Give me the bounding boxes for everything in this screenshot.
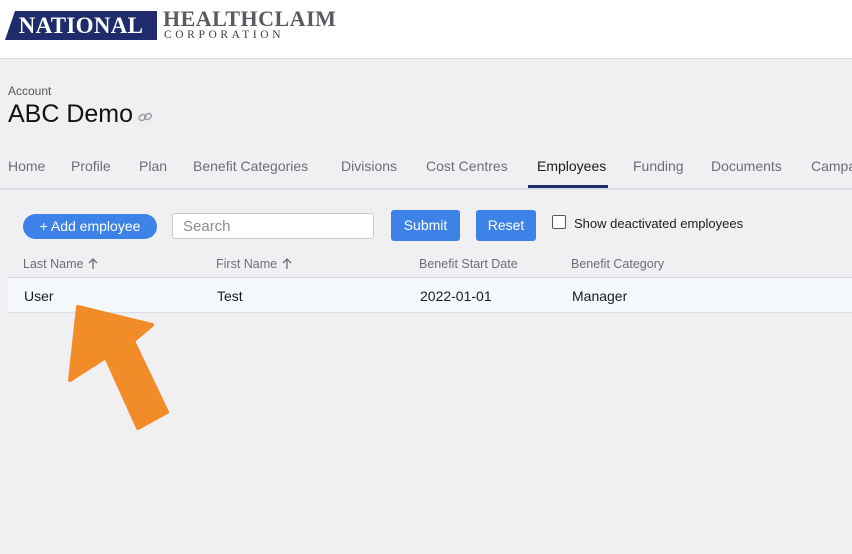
pointer-arrow-icon [68, 305, 169, 430]
column-header-first-name[interactable]: First Name [216, 257, 292, 271]
cell-benefit-start-date: 2022-01-01 [420, 288, 492, 304]
top-bar: NATIONAL HEALTHCLAIM CORPORATION [0, 0, 852, 59]
tab-profile[interactable]: Profile [71, 158, 111, 174]
cell-last-name[interactable]: User [24, 288, 54, 304]
tab-campaigns[interactable]: Campa [811, 158, 852, 174]
tab-employees[interactable]: Employees [537, 158, 606, 174]
link-icon[interactable] [138, 111, 153, 124]
brand-logo-national[interactable]: NATIONAL [5, 11, 157, 40]
logo-healthclaim-text: HEALTHCLAIM [163, 6, 337, 31]
tab-bar: Home Profile Plan Benefit Categories Div… [0, 150, 852, 190]
column-header-benefit-category[interactable]: Benefit Category [571, 257, 664, 271]
reset-button[interactable]: Reset [476, 210, 536, 241]
column-header-label: Last Name [23, 257, 84, 271]
show-deactivated-checkbox[interactable] [552, 215, 566, 229]
logo-national-text: NATIONAL [18, 13, 144, 38]
arrow-up-icon [88, 258, 98, 269]
tab-home[interactable]: Home [8, 158, 45, 174]
column-header-benefit-start-date[interactable]: Benefit Start Date [419, 257, 518, 271]
account-label: Account [8, 84, 52, 98]
search-input[interactable] [172, 213, 374, 239]
arrow-up-icon [282, 258, 292, 269]
cell-benefit-category: Manager [572, 288, 628, 304]
active-tab-indicator [528, 185, 608, 188]
tab-funding[interactable]: Funding [633, 158, 684, 174]
tab-plan[interactable]: Plan [139, 158, 167, 174]
show-deactivated-label[interactable]: Show deactivated employees [574, 216, 743, 231]
column-header-last-name[interactable]: Last Name [23, 257, 98, 271]
submit-button[interactable]: Submit [391, 210, 460, 241]
tab-benefit-categories[interactable]: Benefit Categories [193, 158, 308, 174]
tab-documents[interactable]: Documents [711, 158, 782, 174]
add-employee-button[interactable]: + Add employee [23, 214, 157, 239]
table-header: Last Name First Name Benefit Start Date … [8, 250, 852, 278]
tab-divisions[interactable]: Divisions [341, 158, 397, 174]
tab-cost-centres[interactable]: Cost Centres [426, 158, 508, 174]
page-title: ABC Demo [8, 100, 134, 128]
cell-first-name: Test [217, 288, 243, 304]
logo-corporation-text: CORPORATION [164, 29, 285, 41]
column-header-label: First Name [216, 257, 278, 271]
